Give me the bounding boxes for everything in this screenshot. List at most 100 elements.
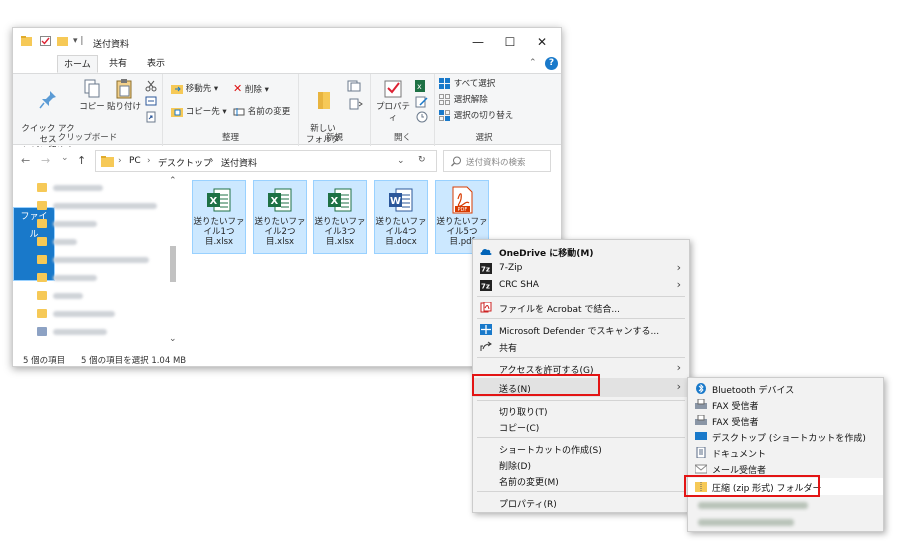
group-organize-label: 整理 [221, 133, 239, 143]
menu-item-acrobat-combine[interactable]: ファイルを Acrobat で結合... [473, 299, 689, 316]
svg-text:X: X [331, 196, 339, 207]
close-button[interactable]: ✕ [527, 32, 557, 52]
blurred-label [53, 329, 107, 335]
help-icon[interactable]: ? [545, 57, 558, 70]
menu-item-rename[interactable]: 名前の変更(M) [473, 472, 689, 489]
properties-button[interactable]: プロパティ [373, 78, 413, 124]
desktop-icon [695, 432, 707, 440]
chevron-right-icon: › [676, 361, 681, 374]
menu-item-fax-1[interactable]: FAX 受信者 [688, 396, 883, 413]
search-icon [451, 156, 461, 167]
address-box[interactable]: › PC › デスクトップ › 送付資料 ⌄ ↻ [95, 150, 437, 172]
select-none-button[interactable]: 選択解除 [439, 94, 488, 106]
ribbon-home: クイック アクセス にピン留めする コピー 貼り付け クリップボード 移動先 ▾ [13, 73, 561, 167]
file-item[interactable]: X 送りたいファイル1つ目.xlsx [192, 180, 246, 254]
acrobat-icon [480, 302, 492, 313]
delete-button[interactable]: ✕ 削除 ▾ [233, 83, 269, 96]
menu-item-properties[interactable]: プロパティ(R) [473, 494, 689, 511]
menu-item-desktop-shortcut[interactable]: デスクトップ (ショートカットを作成) [688, 428, 883, 445]
blurred-menu-item[interactable] [698, 502, 808, 509]
copy-button[interactable]: コピー [79, 78, 105, 113]
easy-access-icon[interactable] [347, 98, 363, 110]
tab-view[interactable]: 表示 [141, 55, 171, 73]
cut-icon[interactable] [145, 80, 157, 92]
scroll-up-icon[interactable]: ⌃ [169, 176, 177, 186]
edit-icon[interactable] [415, 96, 429, 108]
new-item-icon[interactable] [347, 80, 363, 92]
refresh-button[interactable]: ↻ [418, 155, 426, 165]
chevron-right-icon: › [676, 278, 681, 291]
file-item[interactable]: W 送りたいファイル4つ目.docx [374, 180, 428, 254]
properties-check-icon[interactable] [40, 36, 51, 46]
copy-to-button[interactable]: コピー先 ▾ [171, 106, 227, 118]
send-to-submenu: Bluetooth デバイス FAX 受信者 FAX 受信者 デスクトップ (シ… [687, 377, 884, 532]
back-button[interactable]: ← [21, 154, 30, 167]
history-icon[interactable] [415, 111, 429, 123]
forward-button[interactable]: → [41, 154, 50, 167]
menu-separator [477, 357, 685, 358]
blurred-label [53, 293, 83, 299]
menu-item-7zip[interactable]: 7z 7-Zip › [473, 260, 689, 277]
scroll-down-icon[interactable]: ⌄ [169, 334, 177, 344]
menu-item-create-shortcut[interactable]: ショートカットの作成(S) [473, 440, 689, 457]
recent-locations-button[interactable]: ⌄ [61, 153, 69, 163]
up-button[interactable]: ↑ [77, 154, 86, 167]
new-folder-icon [318, 92, 330, 109]
fax-icon [695, 415, 707, 425]
copy-path-icon[interactable] [145, 96, 157, 106]
paste-button[interactable]: 貼り付け [107, 78, 141, 113]
breadcrumb-desktop[interactable]: デスクトップ [158, 156, 212, 169]
minimize-button[interactable]: — [463, 32, 493, 52]
tab-home[interactable]: ホーム [57, 55, 98, 73]
send-to-highlight-box [472, 374, 600, 396]
folder-icon [21, 36, 32, 46]
menu-item-bluetooth[interactable]: Bluetooth デバイス [688, 380, 883, 397]
maximize-button[interactable]: ☐ [495, 32, 525, 52]
menu-item-delete[interactable]: 削除(D) [473, 456, 689, 473]
move-to-button[interactable]: 移動先 ▾ [171, 83, 218, 95]
group-new-label: 新規 [325, 133, 343, 143]
group-open: プロパティ x 開く [371, 74, 435, 146]
excel-file-icon: X [268, 188, 292, 212]
file-item[interactable]: X 送りたいファイル2つ目.xlsx [253, 180, 307, 254]
open-with-excel-icon[interactable]: x [415, 80, 429, 92]
menu-item-documents[interactable]: ドキュメント [688, 444, 883, 461]
svg-text:X: X [271, 196, 279, 207]
scroll-thumb[interactable] [170, 246, 176, 282]
address-dropdown-button[interactable]: ⌄ [397, 156, 405, 166]
menu-item-fax-2[interactable]: FAX 受信者 [688, 412, 883, 429]
tab-share[interactable]: 共有 [103, 55, 133, 73]
invert-selection-button[interactable]: 選択の切り替え [439, 110, 513, 122]
new-folder-quick-icon[interactable] [57, 36, 68, 46]
menu-separator [477, 318, 685, 319]
ribbon-expand-icon[interactable]: ⌃ [529, 58, 537, 68]
blurred-menu-item[interactable] [698, 519, 794, 526]
breadcrumb-pc[interactable]: PC [129, 156, 141, 166]
menu-item-crc-sha[interactable]: 7z CRC SHA › [473, 277, 689, 294]
menu-item-copy[interactable]: コピー(C) [473, 418, 689, 435]
search-box[interactable]: 送付資料の検索 [443, 150, 551, 172]
nav-scrollbar[interactable]: ⌃ ⌄ [167, 176, 179, 348]
svg-text:7z: 7z [481, 266, 490, 274]
menu-item-cut[interactable]: 切り取り(T) [473, 402, 689, 419]
ribbon-tabs: ファイル ホーム 共有 表示 ⌃ ? [13, 55, 561, 281]
blurred-label [53, 221, 97, 227]
copy-icon [84, 79, 100, 98]
breadcrumb-folder[interactable]: 送付資料 [221, 156, 257, 169]
onedrive-icon [480, 248, 492, 255]
properties-icon [384, 80, 402, 98]
status-item-count: 5 個の項目 [23, 356, 66, 366]
file-item[interactable]: X 送りたいファイル3つ目.xlsx [313, 180, 367, 254]
pdf-file-icon: PDF [452, 186, 473, 214]
quick-access-dropdown[interactable]: ▾ | [73, 36, 83, 46]
excel-file-icon: X [328, 188, 352, 212]
menu-item-defender-scan[interactable]: Microsoft Defender でスキャンする... [473, 321, 689, 338]
menu-item-onedrive[interactable]: OneDrive に移動(M) [473, 243, 689, 260]
share-icon [480, 341, 492, 351]
menu-item-share[interactable]: 共有 [473, 338, 689, 355]
paste-shortcut-icon[interactable] [145, 111, 157, 123]
select-all-button[interactable]: すべて選択 [439, 78, 495, 90]
new-folder-button[interactable]: 新しい フォルダー [303, 78, 343, 157]
chevron-right-icon: › [676, 261, 681, 274]
rename-button[interactable]: 名前の変更 [233, 106, 290, 118]
